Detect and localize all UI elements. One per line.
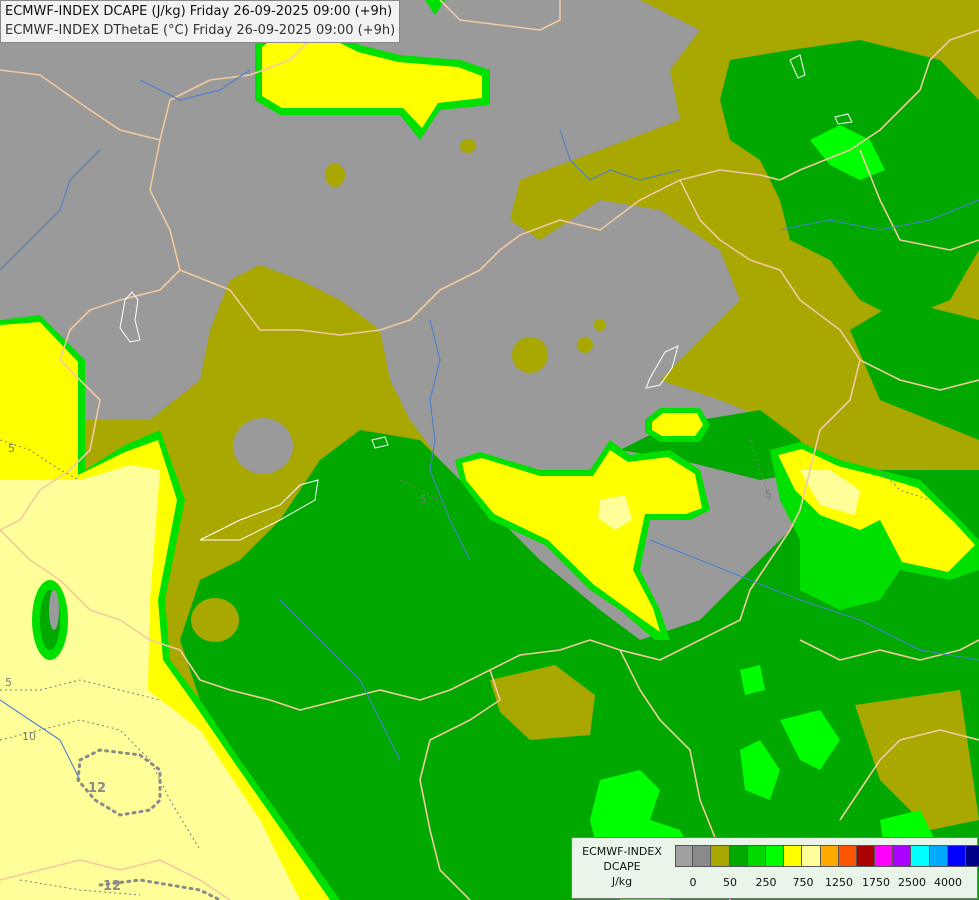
- isoline-label: 5: [5, 676, 12, 689]
- legend-tick-label: 0: [689, 876, 697, 889]
- legend-swatch: [838, 846, 857, 866]
- legend-model: ECMWF-INDEX: [582, 845, 662, 858]
- legend-swatch: [820, 846, 839, 866]
- isoline-label: 5: [765, 488, 772, 501]
- legend-title: ECMWF-INDEX DCAPE J/kg: [572, 844, 672, 889]
- legend-swatch: [947, 846, 966, 866]
- legend-tick-label: 250: [755, 876, 777, 889]
- legend-swatch: [893, 846, 912, 866]
- color-legend: ECMWF-INDEX DCAPE J/kg 0 50 250 750 1250 1750…: [571, 837, 979, 899]
- grey-hole: [233, 418, 293, 474]
- legend-unit: J/kg: [611, 875, 633, 888]
- isoline-label: 12: [103, 879, 121, 894]
- isoline-label: 5: [420, 493, 427, 506]
- legend-swatch: [675, 846, 694, 866]
- dcape-map[interactable]: 5 5 5 5 10 12 12: [0, 0, 979, 900]
- legend-tick-label: 2500: [898, 876, 926, 889]
- isoline-label: 10: [22, 730, 36, 743]
- legend-swatch: [875, 846, 894, 866]
- map-viewer: 5 5 5 5 10 12 12 ECMWF-INDEX DCAPE (J/kg…: [0, 0, 979, 900]
- legend-swatch: [911, 846, 930, 866]
- isoline-label: 12: [88, 781, 106, 796]
- legend-ticks: 0 50 250 750 1250 1750 2500 4000: [675, 876, 975, 890]
- legend-swatch: [747, 846, 766, 866]
- legend-swatch: [856, 846, 876, 866]
- legend-swatch: [966, 846, 979, 866]
- legend-tick-label: 1750: [862, 876, 890, 889]
- legend-swatch: [765, 846, 785, 866]
- legend-tick-label: 750: [792, 876, 814, 889]
- isoline-label: 5: [8, 442, 15, 455]
- legend-swatches: [675, 845, 979, 867]
- legend-swatch: [802, 846, 821, 866]
- title-line-dthetae: ECMWF-INDEX DThetaE (°C) Friday 26-09-20…: [5, 23, 396, 38]
- map-title: ECMWF-INDEX DCAPE (J/kg) Friday 26-09-20…: [0, 0, 401, 43]
- legend-tick-label: 1250: [825, 876, 853, 889]
- title-line-dcape: ECMWF-INDEX DCAPE (J/kg) Friday 26-09-20…: [5, 4, 393, 19]
- legend-tick-label: 4000: [934, 876, 962, 889]
- legend-swatch: [693, 846, 712, 866]
- legend-swatch: [729, 846, 748, 866]
- legend-parameter: DCAPE: [603, 860, 641, 873]
- legend-swatch: [784, 846, 803, 866]
- legend-swatch: [929, 846, 948, 866]
- legend-swatch: [711, 846, 730, 866]
- legend-tick-label: 50: [723, 876, 737, 889]
